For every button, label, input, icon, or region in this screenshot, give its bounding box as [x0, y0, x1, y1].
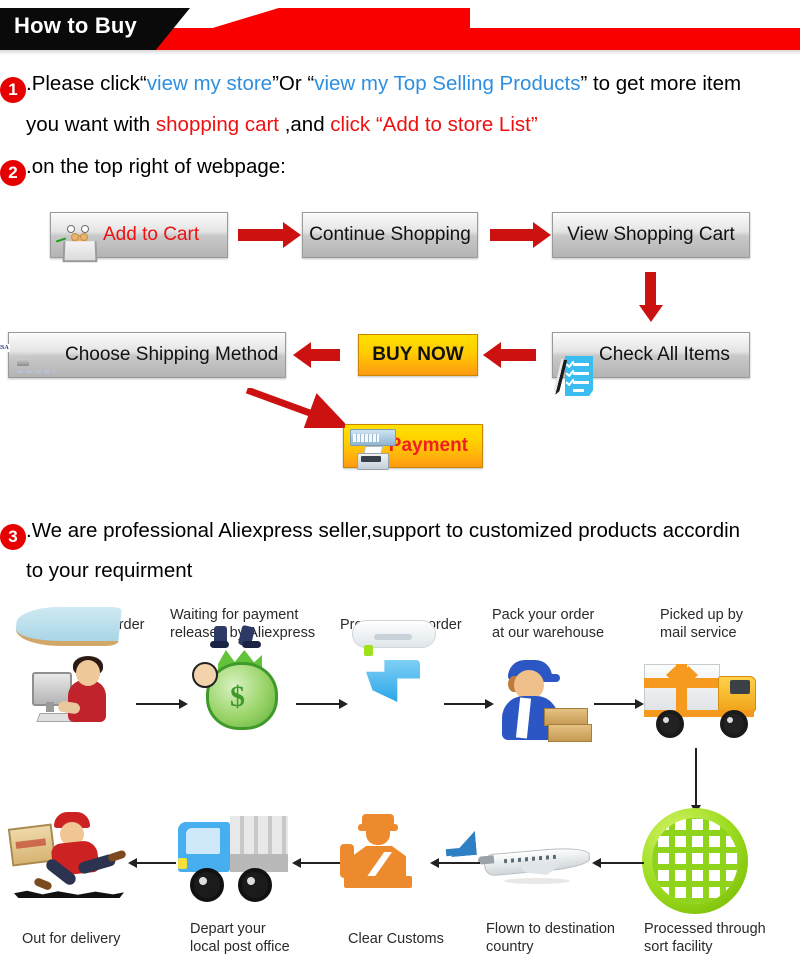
flow-button-buy-now[interactable]: BUY NOW [358, 334, 478, 376]
flow-button-label: Add to Cart [103, 224, 200, 245]
flow-button-label: BUY NOW [372, 344, 464, 365]
flow-button-choose-shipping-method[interactable]: VISA Choose Shipping Method [0, 332, 286, 378]
shipping-arrow-right-4 [594, 703, 636, 705]
flow-arrow-down-1 [645, 272, 656, 306]
shipping-step-label-pack-order: Pack your order at our warehouse [492, 607, 605, 641]
step-3-line-1: 3 .We are professional Aliexpress seller,… [0, 519, 741, 550]
shipping-arrow-right-1 [136, 703, 180, 705]
shipping-arrow-right-3 [444, 703, 486, 705]
flow-button-view-shopping-cart[interactable]: View Shopping Cart [552, 212, 750, 258]
flow-button-continue-shopping[interactable]: Continue Shopping [302, 212, 478, 258]
flow-button-label: Check All Items [599, 344, 730, 365]
flow-button-label: Choose Shipping Method [65, 344, 279, 365]
step-1-line-1: 1 .Please click“view my store”Or “view my… [0, 72, 742, 103]
flow-arrow-right-1 [238, 229, 284, 241]
step-number-badge-1: 1 [0, 77, 26, 103]
flow-arrow-left-1 [310, 349, 340, 361]
step-3-text-a: .We are professional Aliexpress seller,s… [26, 519, 741, 542]
shipping-arrow-left-3 [438, 862, 480, 864]
shipping-flow-diagram: Receive your order Waiting for payment r… [0, 600, 800, 975]
flow-button-payment[interactable]: Payment [343, 424, 483, 470]
step-2-text-a: .on the top right of webpage: [26, 155, 286, 178]
shipping-arrow-left-4 [600, 862, 644, 864]
step-1-text-a: .Please click“ [26, 72, 147, 95]
shipping-step-label-picked-up: Picked up by mail service [660, 607, 744, 641]
flow-arrow-left-2 [500, 349, 536, 361]
shipping-arrow-right-2 [296, 703, 340, 705]
shipping-step-label-flown-destination: Flown to destination country [486, 921, 615, 955]
shipping-step-label-clear-customs: Clear Customs [348, 931, 444, 947]
page-title: How to Buy [14, 13, 137, 38]
page-header-banner: How to Buy [0, 0, 800, 56]
banner-shadow [0, 50, 800, 55]
step-2-line-1: 2 .on the top right of webpage: [0, 155, 286, 186]
step-1-text-b: ”Or “ [272, 72, 315, 95]
flow-button-label: Continue Shopping [309, 224, 471, 245]
flow-arrow-diagonal-to-payment [245, 388, 345, 428]
flow-arrow-right-2 [490, 229, 534, 241]
shipping-step-label-processed-sort-facility: Processed through sort facility [644, 921, 766, 955]
flow-button-check-all-items[interactable]: Check All Items [552, 332, 750, 396]
link-view-my-store[interactable]: view my store [147, 72, 272, 95]
step-number-badge-2: 2 [0, 160, 26, 186]
step-3-line-2: to your requirment [26, 559, 192, 583]
step-1-line-2: you want with shopping cart ,and click “… [26, 113, 538, 137]
shipping-arrow-down-1 [695, 748, 697, 806]
step-1-text-c: ” to get more item [580, 72, 742, 95]
emphasis-add-to-store-list: click “Add to store List” [330, 113, 538, 136]
step-1-text-d: you want with [26, 113, 156, 136]
shipping-step-label-depart-post-office: Depart your local post office [190, 921, 290, 955]
shipping-step-label-out-for-delivery: Out for delivery [22, 931, 121, 947]
step-1-text-e: ,and [279, 113, 331, 136]
flow-button-label: Payment [388, 435, 468, 456]
shipping-arrow-left-1 [136, 862, 176, 864]
emphasis-shopping-cart: shopping cart [155, 113, 279, 136]
link-view-top-selling-products[interactable]: view my Top Selling Products [314, 72, 580, 95]
flow-button-add-to-cart[interactable]: Add to Cart [50, 212, 228, 263]
step-3-text-b: to your requirment [26, 559, 193, 582]
shipping-arrow-left-2 [300, 862, 340, 864]
step-number-badge-3: 3 [0, 524, 26, 550]
flow-button-label: View Shopping Cart [567, 224, 735, 245]
